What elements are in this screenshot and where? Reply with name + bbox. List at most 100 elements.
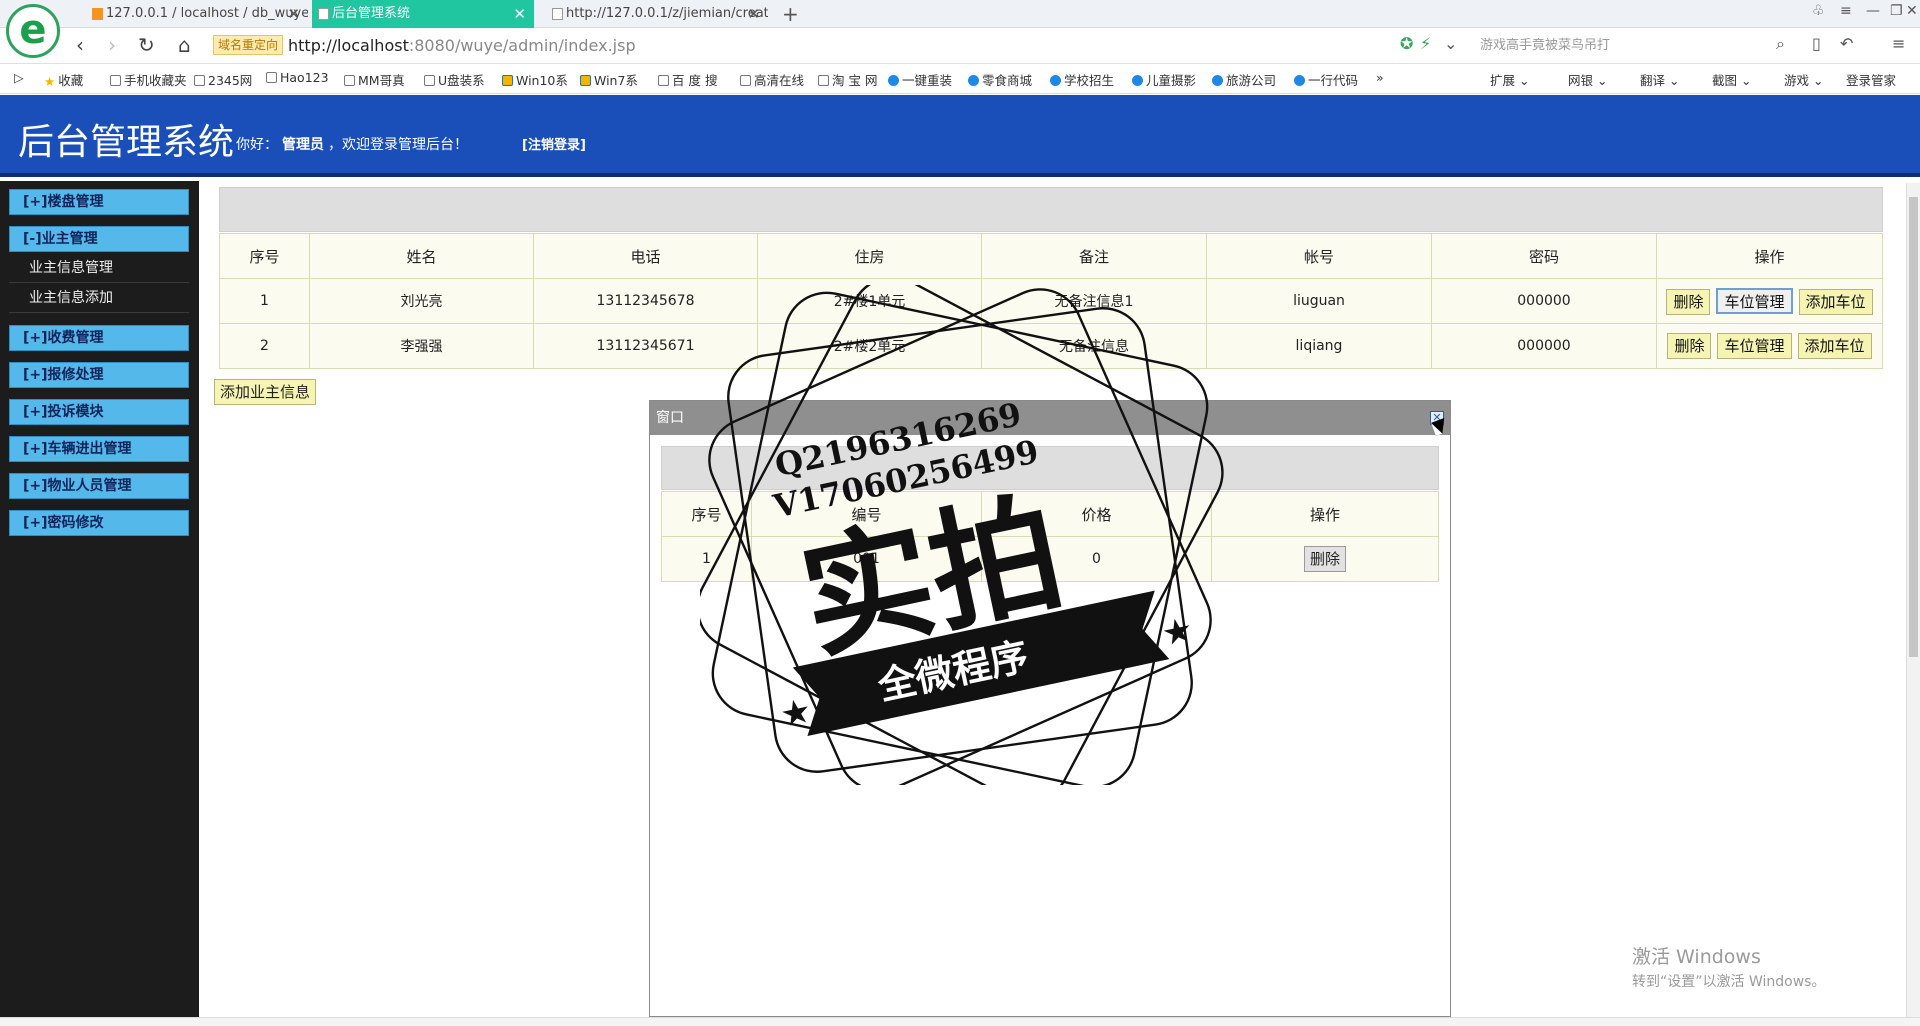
- cell-no: 1: [661, 536, 752, 582]
- cell-code: 001: [751, 536, 982, 582]
- parking-manage-button[interactable]: 车位管理: [1716, 287, 1793, 314]
- bookmark-item[interactable]: 百 度 搜: [658, 70, 717, 89]
- games-menu[interactable]: 游戏 ⌄: [1784, 70, 1823, 89]
- close-tab-icon[interactable]: ✕: [287, 0, 300, 28]
- add-owner-button[interactable]: 添加业主信息: [214, 379, 317, 405]
- tab-jiemian[interactable]: http://127.0.0.1/z/jiemian/create ✕: [546, 0, 768, 28]
- page-icon: [344, 75, 355, 86]
- sidebar-item-owner-info-add[interactable]: 业主信息添加: [9, 283, 189, 313]
- redirect-badge[interactable]: 域名重定向: [213, 35, 284, 55]
- bookmarks-bar: ▷ ★ 收藏 手机收藏夹 2345网 Hao123 MM哥真 U盘装系 Win10…: [0, 64, 1920, 94]
- add-parking-button[interactable]: 添加车位: [1798, 288, 1873, 315]
- close-tab-icon[interactable]: ✕: [513, 0, 526, 28]
- close-tab-icon[interactable]: ✕: [747, 0, 760, 28]
- bank-menu[interactable]: 网银 ⌄: [1568, 70, 1607, 89]
- undo-icon[interactable]: ↶: [1840, 34, 1853, 53]
- menu-icon[interactable]: ≡: [1840, 3, 1852, 19]
- new-tab-icon[interactable]: +: [782, 2, 799, 26]
- bookmark-item[interactable]: ★ 收藏: [44, 70, 83, 89]
- screenshot-menu[interactable]: 截图 ⌄: [1712, 70, 1751, 89]
- column-header: 价格: [981, 491, 1212, 537]
- browser-status-bar: [0, 1017, 1920, 1026]
- parking-manage-button[interactable]: 车位管理: [1717, 333, 1792, 359]
- address-bar: ‹ › ↻ ⌂ 域名重定向 http://localhost:8080/wuye…: [0, 28, 1920, 64]
- speed-icon[interactable]: ⚡: [1420, 34, 1431, 53]
- sidebar-item-owner-info-manage[interactable]: 业主信息管理: [9, 253, 189, 283]
- bookmark-item[interactable]: Hao123: [266, 70, 329, 85]
- extensions-menu[interactable]: 扩展 ⌄: [1490, 70, 1529, 89]
- scrollbar-thumb[interactable]: [1909, 197, 1918, 657]
- popup-title: 窗口: [650, 401, 1450, 435]
- column-header: 操作: [1211, 491, 1439, 537]
- chevron-down-icon[interactable]: ⌄: [1444, 34, 1457, 53]
- app-header: 后台管理系统 你好： 管理员 ，欢迎登录管理后台！ [注销登录]: [0, 95, 1920, 177]
- search-input[interactable]: 游戏高手竟被菜鸟吊打: [1470, 34, 1790, 58]
- bookmark-item[interactable]: Win10系: [502, 70, 568, 89]
- cell-account: liuguan: [1206, 278, 1432, 324]
- close-window-icon[interactable]: ✕: [1906, 3, 1918, 19]
- more-menu-icon[interactable]: ≡: [1892, 34, 1905, 53]
- popup-window: 窗口 ✕ 序号 编号 价格 操作 1 001 0 删除: [649, 400, 1451, 1017]
- more-bookmarks-icon[interactable]: »: [1376, 70, 1384, 85]
- login-manager[interactable]: 登录管家: [1846, 70, 1896, 89]
- tab-label: http://127.0.0.1/z/jiemian/create: [566, 6, 768, 21]
- browser-logo-icon[interactable]: e: [6, 4, 60, 58]
- forward-icon[interactable]: ›: [108, 33, 116, 57]
- bookmark-item[interactable]: 手机收藏夹: [110, 70, 187, 89]
- browser-tab-bar: e 127.0.0.1 / localhost / db_wuye ✕ 后台管理…: [0, 0, 1920, 58]
- cell-house: 2#楼2单元: [757, 323, 982, 369]
- delete-button[interactable]: 删除: [1303, 546, 1346, 572]
- bookmark-item[interactable]: 一键重装: [888, 70, 952, 89]
- page-icon: [818, 75, 829, 86]
- security-icon[interactable]: ✪: [1400, 34, 1413, 53]
- bookmark-item[interactable]: 旅游公司: [1212, 70, 1276, 89]
- reload-icon[interactable]: ↻: [138, 33, 155, 57]
- minimize-icon[interactable]: —: [1866, 3, 1880, 19]
- bookmark-item[interactable]: MM哥真: [344, 70, 405, 89]
- bookmark-item[interactable]: 2345网: [194, 70, 252, 89]
- sidebar-item-staff[interactable]: [+]物业人员管理: [9, 473, 189, 499]
- cell-password: 000000: [1431, 323, 1657, 369]
- restore-icon[interactable]: ❐: [1890, 3, 1903, 19]
- page-icon: [194, 75, 205, 86]
- cell-no: 2: [219, 323, 310, 369]
- search-icon[interactable]: ⌕: [1776, 34, 1785, 54]
- bookmark-item[interactable]: 零食商城: [968, 70, 1032, 89]
- reading-mode-icon[interactable]: ▯: [1812, 34, 1821, 53]
- add-parking-button[interactable]: 添加车位: [1797, 333, 1872, 359]
- sidebar-item-buildings[interactable]: [+]楼盘管理: [9, 189, 189, 215]
- sidebar-item-complaints[interactable]: [+]投诉模块: [9, 399, 189, 425]
- bookmark-item[interactable]: 学校招生: [1050, 70, 1114, 89]
- bookmark-item[interactable]: 高清在线: [740, 70, 804, 89]
- delete-button[interactable]: 删除: [1666, 288, 1711, 315]
- column-header: 备注: [981, 233, 1207, 279]
- tab-admin[interactable]: 后台管理系统 ✕: [312, 0, 534, 28]
- home-icon[interactable]: ⌂: [178, 33, 191, 57]
- sidebar-item-password[interactable]: [+]密码修改: [9, 510, 189, 536]
- page-icon: [318, 8, 329, 20]
- skin-icon[interactable]: ♧: [1812, 3, 1825, 19]
- bookmark-item[interactable]: 儿童摄影: [1132, 70, 1196, 89]
- back-icon[interactable]: ‹: [76, 33, 84, 57]
- delete-button[interactable]: 删除: [1667, 333, 1712, 359]
- bookmark-item[interactable]: 一行代码: [1294, 70, 1358, 89]
- cell-note: 无备注信息: [981, 323, 1207, 369]
- url-field[interactable]: http://localhost:8080/wuye/admin/index.j…: [288, 36, 636, 55]
- column-header: 电话: [533, 233, 758, 279]
- sidebar-toggle-icon[interactable]: ▷: [14, 70, 24, 85]
- star-icon: ★: [44, 74, 56, 89]
- sidebar-item-owners[interactable]: [-]业主管理: [9, 226, 189, 252]
- cell-account: liqiang: [1206, 323, 1432, 369]
- sidebar-item-repairs[interactable]: [+]报修处理: [9, 362, 189, 388]
- logout-link[interactable]: [注销登录]: [522, 134, 586, 153]
- bookmark-item[interactable]: Win7系: [580, 70, 638, 89]
- bookmark-item[interactable]: U盘装系: [424, 70, 485, 89]
- bookmark-item[interactable]: 淘 宝 网: [818, 70, 877, 89]
- app-icon: [1212, 75, 1223, 86]
- translate-menu[interactable]: 翻译 ⌄: [1640, 70, 1679, 89]
- page-scrollbar[interactable]: [1906, 183, 1920, 1017]
- owners-table: 序号 姓名 电话 住房 备注 帐号 密码 操作 1 刘光亮 1311234567…: [219, 233, 1883, 369]
- sidebar-item-vehicles[interactable]: [+]车辆进出管理: [9, 436, 189, 462]
- sidebar-item-fees[interactable]: [+]收费管理: [9, 325, 189, 351]
- tab-phpmyadmin[interactable]: 127.0.0.1 / localhost / db_wuye ✕: [86, 0, 308, 28]
